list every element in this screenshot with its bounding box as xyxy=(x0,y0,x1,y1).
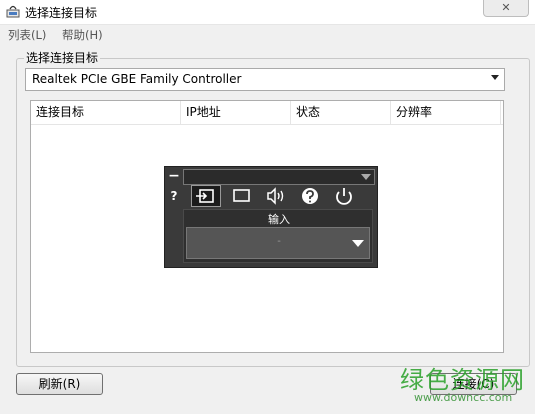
osd-source-select[interactable] xyxy=(183,169,375,185)
group-label: 选择连接目标 xyxy=(24,49,101,66)
column-header-ip[interactable]: IP地址 xyxy=(181,101,291,124)
chevron-down-icon xyxy=(361,174,371,180)
osd-input-select[interactable]: - xyxy=(186,227,370,259)
osd-toolbar xyxy=(183,185,373,209)
watermark-url: www.downcc.com xyxy=(414,391,513,404)
app-icon xyxy=(6,5,20,18)
menu-bar: 列表(L) 帮助(H) xyxy=(0,25,535,43)
column-header-target[interactable]: 连接目标 xyxy=(31,101,181,124)
watermark: 绿色资源网 www.downcc.com xyxy=(400,360,530,408)
input-icon[interactable] xyxy=(191,185,221,207)
column-header-resolution[interactable]: 分辨率 xyxy=(391,101,501,124)
menu-list[interactable]: 列表(L) xyxy=(8,27,46,43)
title-bar: 选择连接目标 ✕ xyxy=(0,0,535,25)
power-icon[interactable] xyxy=(329,185,359,207)
help-circle-icon[interactable] xyxy=(295,185,325,207)
refresh-button[interactable]: 刷新(R) xyxy=(16,373,103,395)
osd-input-label: 输入 xyxy=(268,213,290,226)
osd-input-panel: 输入 - xyxy=(183,209,373,263)
column-header-status[interactable]: 状态 xyxy=(291,101,391,124)
window-title: 选择连接目标 xyxy=(25,6,98,20)
volume-icon[interactable] xyxy=(261,185,291,207)
chevron-down-icon[interactable] xyxy=(491,75,499,80)
close-icon: ✕ xyxy=(501,1,511,14)
adapter-select[interactable]: Realtek PCIe GBE Family Controller xyxy=(25,68,505,91)
osd-input-value: - xyxy=(277,236,281,247)
question-icon[interactable]: ? xyxy=(168,189,180,203)
screen-icon[interactable] xyxy=(227,185,257,207)
osd-panel: − ? 输入 - xyxy=(164,166,378,268)
chevron-down-icon xyxy=(352,240,364,247)
watermark-text: 绿色资源网 xyxy=(400,366,525,394)
list-header: 连接目标 IP地址 状态 分辨率 xyxy=(31,101,503,125)
adapter-select-value: Realtek PCIe GBE Family Controller xyxy=(32,72,242,86)
minimize-icon[interactable]: − xyxy=(168,169,180,184)
menu-help[interactable]: 帮助(H) xyxy=(62,27,103,43)
close-button[interactable]: ✕ xyxy=(483,0,529,17)
